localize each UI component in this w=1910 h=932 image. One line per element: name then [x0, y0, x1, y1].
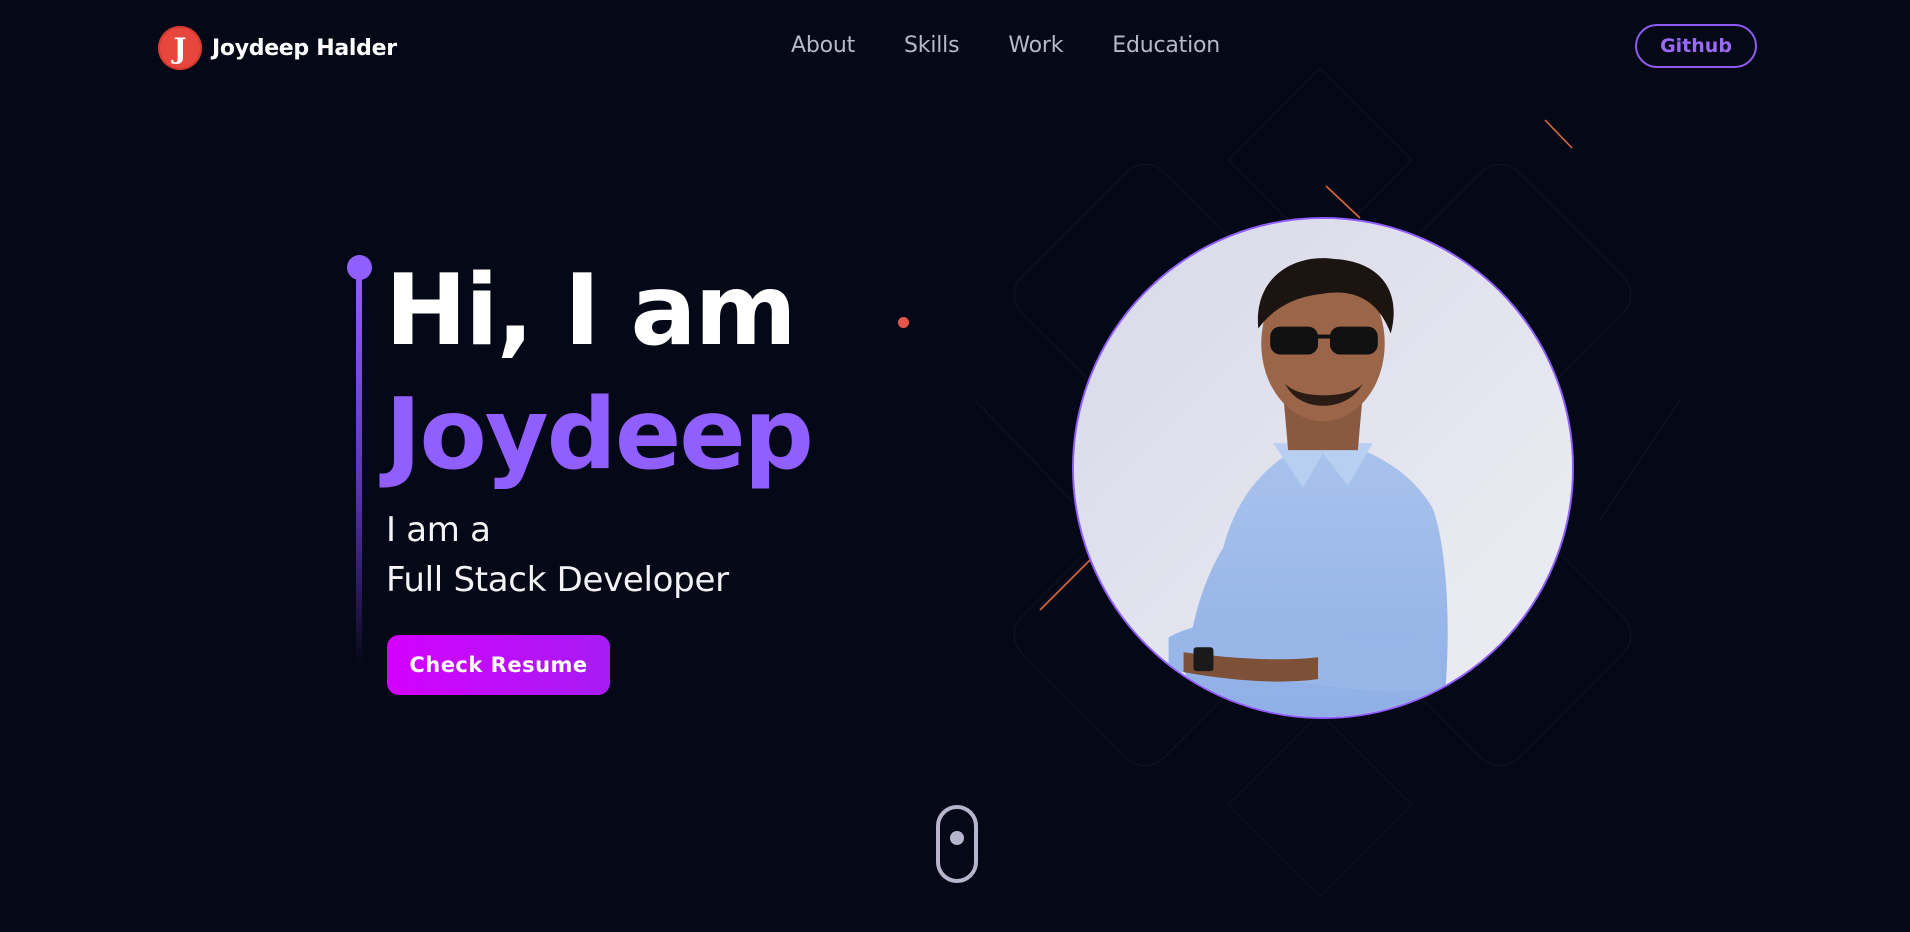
portfolio-page: J Joydeep Halder About Skills Work Educa… — [0, 0, 1910, 932]
scroll-wheel-dot — [950, 831, 964, 845]
mouse-scroll-icon[interactable] — [936, 805, 978, 883]
decor-orange-streak-3 — [1039, 557, 1093, 611]
github-button[interactable]: Github — [1635, 24, 1757, 68]
check-resume-button[interactable]: Check Resume — [387, 635, 610, 695]
hero-name: Joydeep — [385, 378, 814, 492]
hero-accent-line — [356, 276, 362, 666]
hero-greeting: Hi, I am — [385, 254, 797, 368]
top-navbar: J Joydeep Halder About Skills Work Educa… — [0, 0, 1910, 92]
background-decor — [974, 67, 1681, 898]
decor-line-right — [1599, 399, 1681, 521]
logo-letter: J — [173, 32, 187, 65]
hero-subtitle-line-1: I am a — [386, 510, 491, 550]
nav-links: About Skills Work Education — [791, 30, 1220, 62]
decor-red-dot — [898, 317, 909, 328]
hero-role-text: Full Stack Developer — [386, 560, 729, 600]
brand-home-link[interactable]: J Joydeep Halder — [158, 26, 397, 70]
decor-orange-streak-2 — [1325, 185, 1361, 219]
decor-diamond-bottom — [1227, 712, 1413, 898]
brand-name: Joydeep Halder — [212, 35, 397, 61]
profile-photo — [1072, 217, 1574, 719]
decor-orange-streak-1 — [1544, 119, 1573, 149]
nav-link-about[interactable]: About — [791, 30, 855, 62]
nav-link-work[interactable]: Work — [1008, 30, 1063, 62]
j-letter-logo-icon: J — [158, 26, 202, 70]
nav-link-education[interactable]: Education — [1112, 30, 1220, 62]
nav-link-skills[interactable]: Skills — [904, 30, 960, 62]
profile-portrait-illustration — [1074, 219, 1572, 717]
